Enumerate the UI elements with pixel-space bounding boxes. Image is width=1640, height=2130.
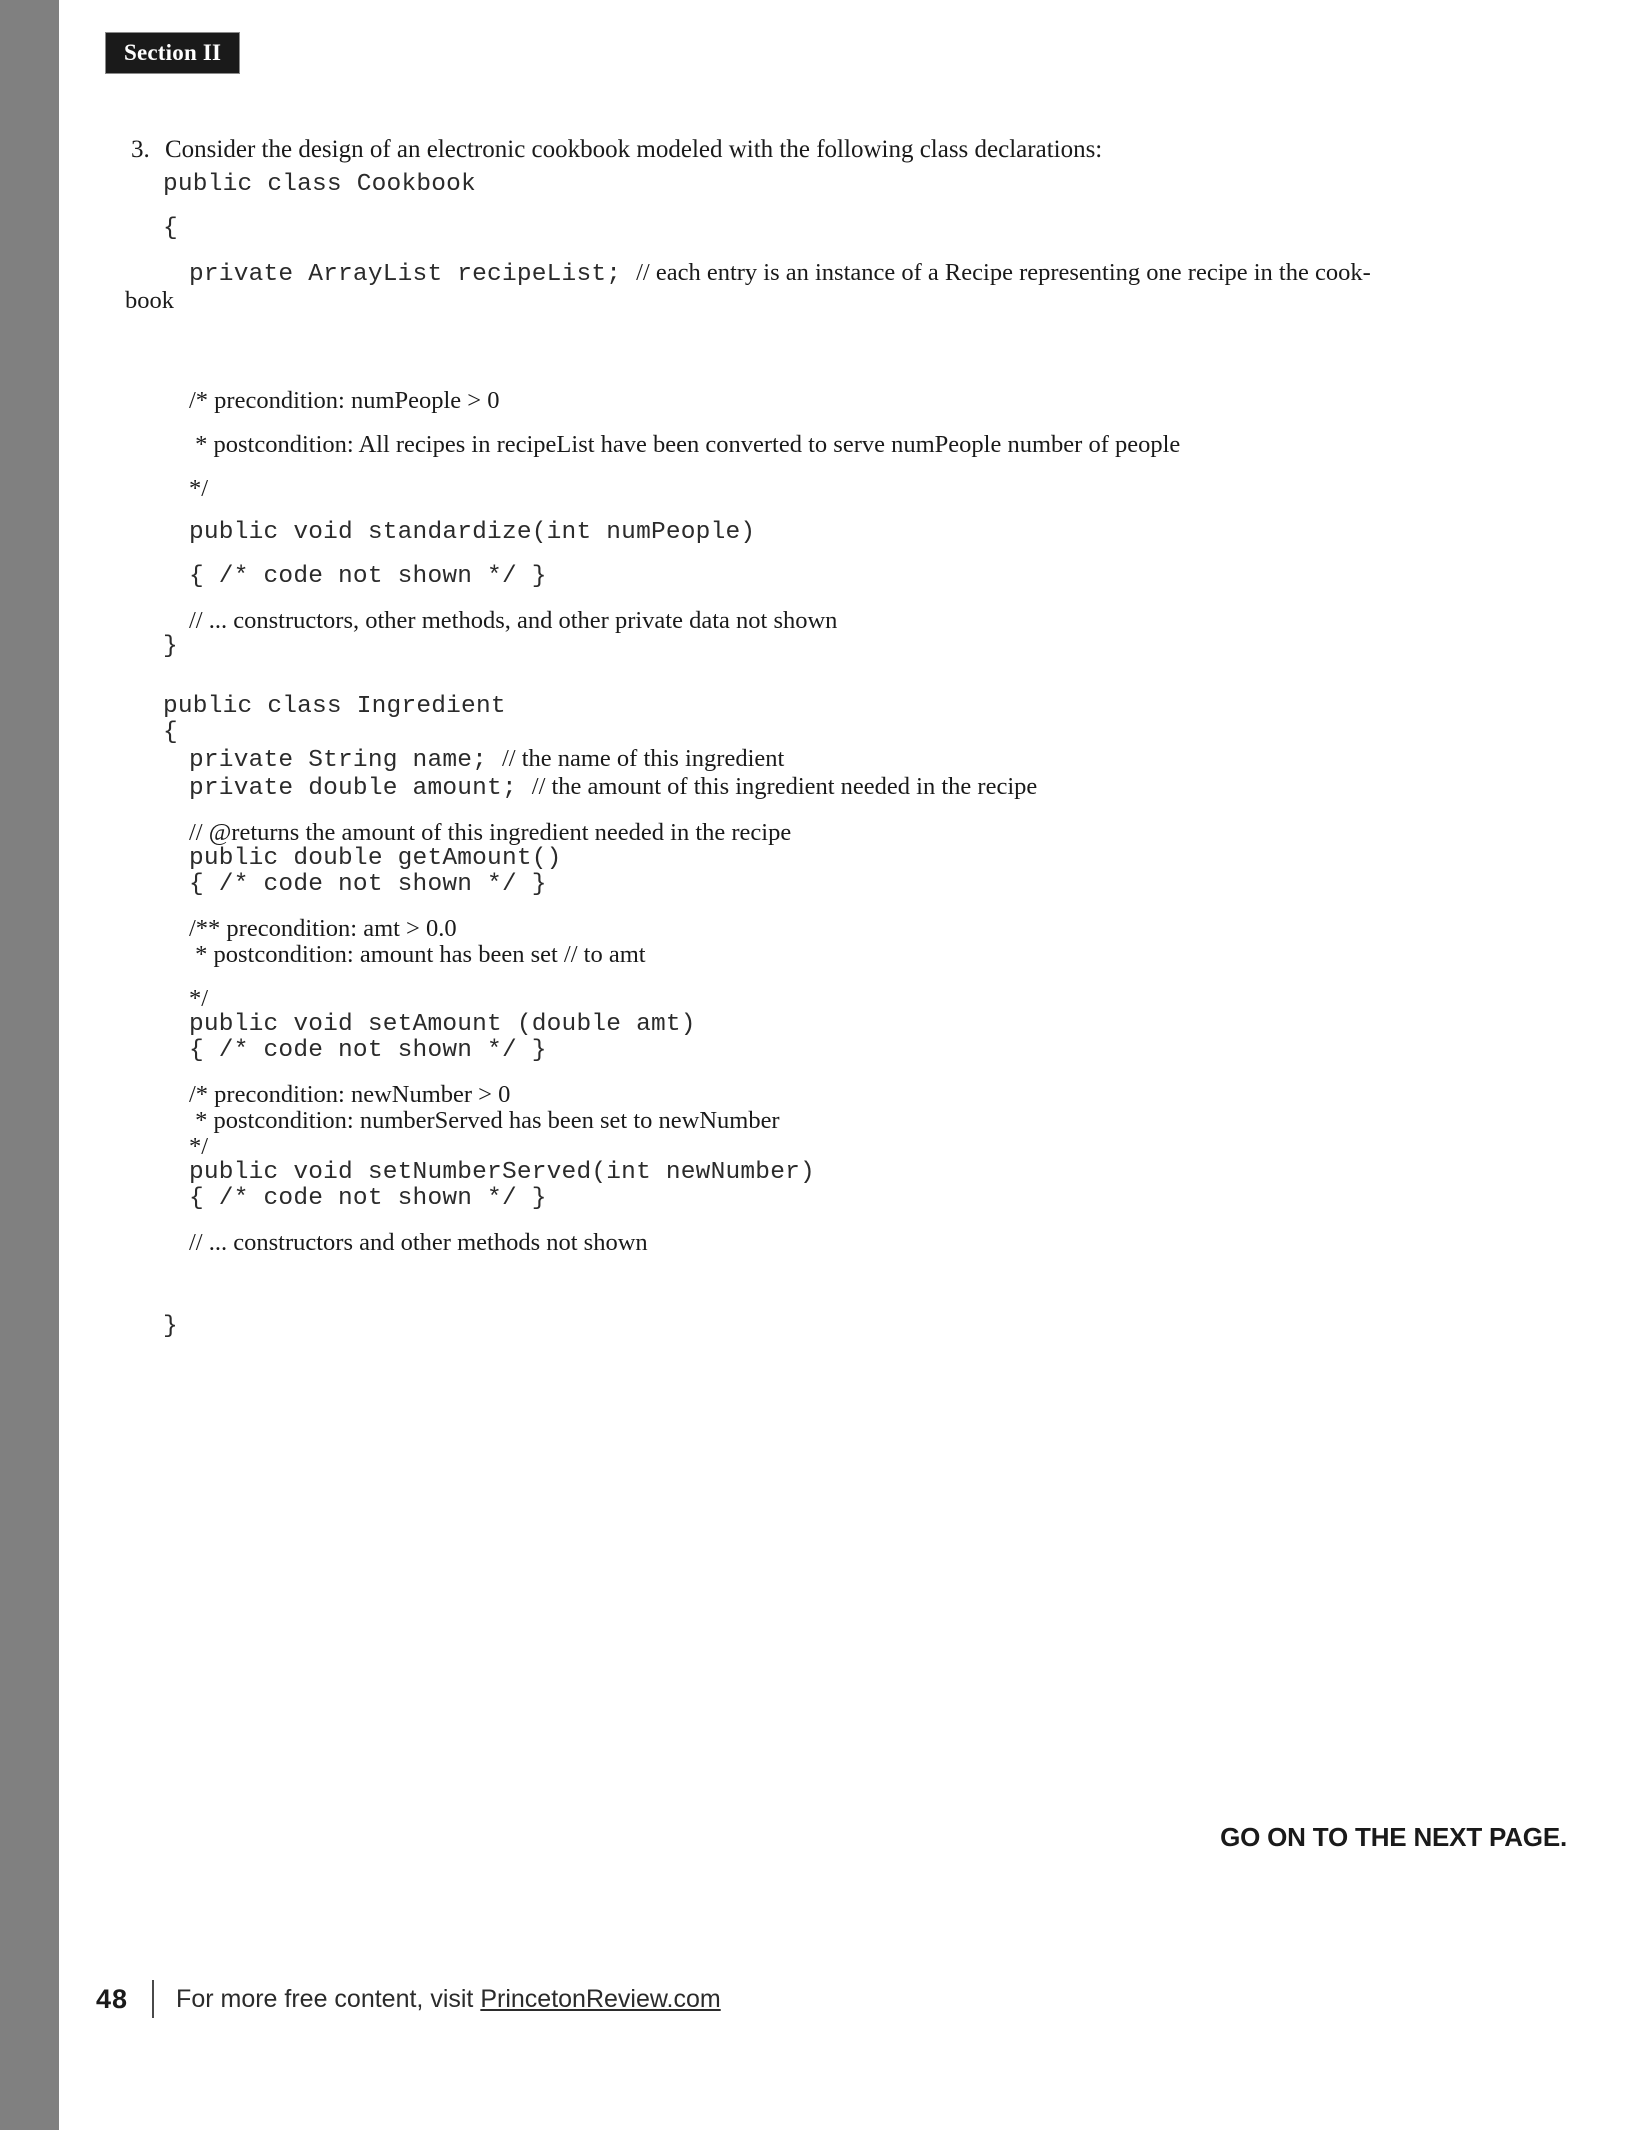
code-fragment: private String name;	[189, 747, 502, 774]
code-line: { /* code not shown */ }	[189, 1037, 547, 1064]
listing-spacer	[163, 802, 1463, 820]
question-line: 3. Consider the design of an electronic …	[131, 134, 1451, 165]
princeton-review-link[interactable]: PrincetonReview.com	[480, 1985, 720, 2013]
comment-fragment: // the amount of this ingredient needed …	[531, 773, 1038, 800]
comment-line: // @returns the amount of this ingredien…	[189, 819, 792, 846]
listing-spacer	[163, 1256, 1463, 1314]
code-line-with-comment: private String name; // the name of this…	[189, 746, 1463, 774]
listing-spacer	[163, 1212, 1463, 1230]
document-page: Section II 3. Consider the design of an …	[0, 0, 1640, 2130]
question-number: 3.	[131, 136, 150, 163]
listing-spacer	[163, 314, 1463, 388]
comment-line: * postcondition: amount has been set // …	[189, 941, 646, 968]
comment-line: * postcondition: numberServed has been s…	[189, 1107, 780, 1134]
listing-spacer	[163, 198, 1463, 216]
code-line: public void standardize(int numPeople)	[189, 519, 756, 546]
code-listing: public class Cookbook { private ArrayList …	[125, 171, 1463, 1340]
listing-spacer	[163, 1064, 1463, 1082]
comment-line: */	[189, 985, 209, 1012]
listing-spacer	[163, 458, 1463, 476]
question-block: 3. Consider the design of an electronic …	[131, 134, 1451, 165]
question-text: Consider the design of an electronic coo…	[165, 136, 1103, 163]
comment-line: // ... constructors and other methods no…	[189, 1229, 648, 1256]
listing-spacer	[163, 660, 1463, 694]
comment-line: */	[189, 475, 209, 502]
code-line: public void setNumberServed(int newNumbe…	[189, 1159, 815, 1186]
footer-page-number: 48	[96, 1983, 129, 2014]
listing-spacer	[163, 502, 1463, 520]
comment-fragment: // the name of this ingredient	[501, 745, 785, 772]
footer-text: For more free content, visit PrincetonRe…	[176, 1985, 721, 2014]
code-line: { /* code not shown */ }	[189, 871, 547, 898]
listing-spacer	[163, 968, 1463, 986]
code-fragment: private ArrayList recipeList;	[189, 261, 637, 288]
listing-spacer	[163, 546, 1463, 564]
comment-line: // ... constructors, other methods, and …	[189, 607, 838, 634]
code-line-with-comment: private ArrayList recipeList; // each en…	[189, 260, 1463, 288]
comment-line: /* precondition: numPeople > 0	[189, 387, 500, 414]
code-line: { /* code not shown */ }	[189, 563, 547, 590]
comment-line: /** precondition: amt > 0.0	[189, 915, 457, 942]
go-on-to-next-page-notice: GO ON TO THE NEXT PAGE.	[1220, 1822, 1567, 1852]
code-line: }	[163, 633, 178, 660]
listing-spacer	[163, 590, 1463, 608]
code-line: public class Cookbook	[163, 171, 476, 198]
comment-line: /* precondition: newNumber > 0	[189, 1081, 511, 1108]
footer-text-prefix: For more free content, visit	[176, 1984, 481, 2013]
code-line: }	[163, 1313, 178, 1340]
code-line: {	[163, 215, 178, 242]
code-line: public void setAmount (double amt)	[189, 1011, 696, 1038]
footer-divider	[152, 1980, 155, 2018]
comment-fragment: // each entry is an instance of a Recipe…	[636, 259, 1371, 286]
comment-line: book	[125, 287, 174, 314]
code-line: { /* code not shown */ }	[189, 1185, 547, 1212]
code-line: {	[163, 719, 178, 746]
code-line: public double getAmount()	[189, 845, 562, 872]
page-footer: 48 For more free content, visit Princeto…	[96, 1980, 721, 2018]
code-line-with-comment: private double amount; // the amount of …	[189, 774, 1463, 802]
section-header-tab: Section II	[106, 33, 240, 73]
left-gutter-bar	[0, 0, 59, 2130]
code-line: public class Ingredient	[163, 693, 506, 720]
listing-spacer	[163, 414, 1463, 432]
code-fragment: private double amount;	[189, 775, 532, 802]
comment-line: * postcondition: All recipes in recipeLi…	[189, 431, 1181, 458]
listing-spacer	[163, 242, 1463, 260]
listing-spacer	[163, 898, 1463, 916]
comment-line: */	[189, 1133, 209, 1160]
